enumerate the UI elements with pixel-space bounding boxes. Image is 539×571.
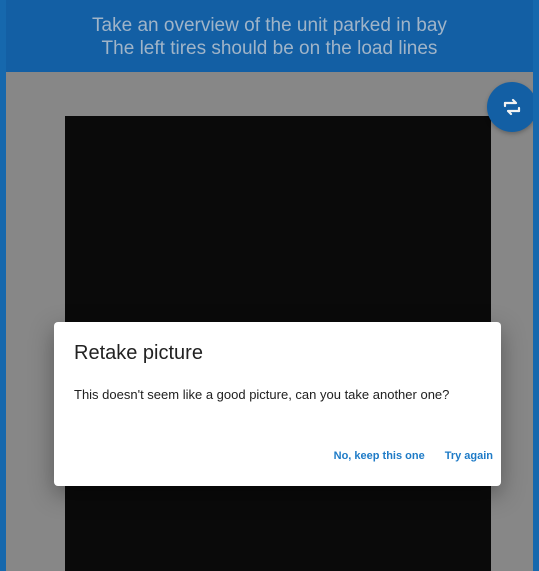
dialog-title: Retake picture bbox=[74, 342, 203, 364]
try-again-button[interactable]: Try again bbox=[445, 446, 493, 466]
keep-picture-button[interactable]: No, keep this one bbox=[334, 446, 425, 466]
retake-picture-dialog: Retake picture This doesn't seem like a … bbox=[54, 322, 501, 486]
camera-screen: Take an overview of the unit parked in b… bbox=[0, 0, 539, 571]
dialog-message: This doesn't seem like a good picture, c… bbox=[74, 387, 450, 402]
dialog-actions: No, keep this one Try again bbox=[334, 446, 493, 466]
